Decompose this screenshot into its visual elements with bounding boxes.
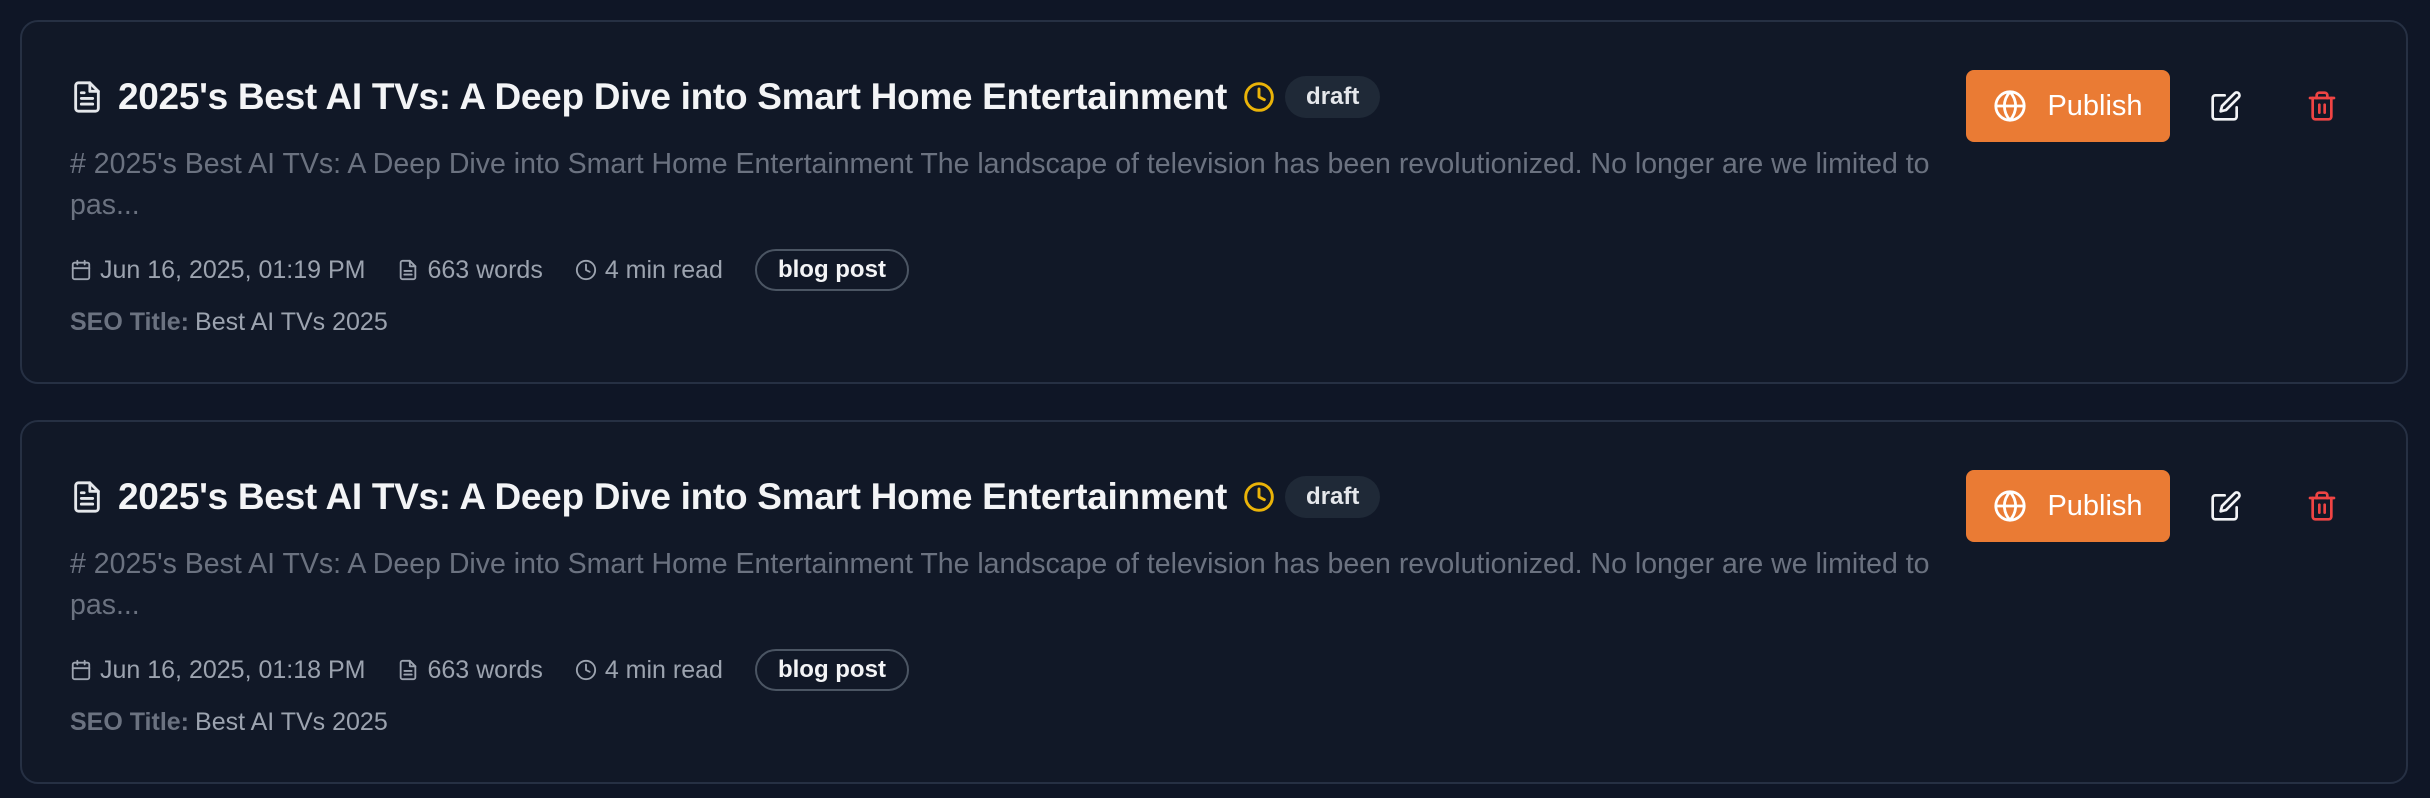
document-icon xyxy=(70,480,104,514)
seo-title-label: SEO Title: xyxy=(70,708,190,736)
clock-icon xyxy=(1243,81,1275,113)
edit-icon xyxy=(2211,491,2241,521)
globe-icon xyxy=(1994,490,2027,522)
post-word-count: 663 words xyxy=(397,255,543,285)
edit-button[interactable] xyxy=(2202,482,2250,530)
post-list: 2025's Best AI TVs: A Deep Dive into Sma… xyxy=(0,0,2430,798)
file-text-icon xyxy=(400,659,417,681)
edit-icon xyxy=(2211,91,2241,121)
trash-icon xyxy=(2308,491,2336,521)
publish-button[interactable]: Publish xyxy=(1966,470,2170,542)
post-date-text: Jun 16, 2025, 01:19 PM xyxy=(100,255,366,284)
post-excerpt: # 2025's Best AI TVs: A Deep Dive into S… xyxy=(70,148,1930,221)
post-meta: Jun 16, 2025, 01:19 PM 663 words 4 min r… xyxy=(70,248,909,292)
post-date: Jun 16, 2025, 01:19 PM xyxy=(70,256,365,285)
post-word-count: 663 words xyxy=(397,655,543,685)
post-read-time-text: 4 min read xyxy=(604,255,723,284)
trash-icon xyxy=(2308,91,2336,121)
file-text-icon xyxy=(400,259,417,281)
post-date-text: Jun 16, 2025, 01:18 PM xyxy=(100,655,366,684)
post-type-badge: blog post xyxy=(754,249,909,291)
post-word-count-text: 663 words xyxy=(427,655,543,684)
clock-icon xyxy=(1243,481,1275,513)
clock-icon xyxy=(575,259,596,281)
post-excerpt: # 2025's Best AI TVs: A Deep Dive into S… xyxy=(70,548,1930,621)
post-read-time: 4 min read xyxy=(575,256,723,285)
seo-title-row: SEO Title: Best AI TVs 2025 xyxy=(70,308,388,337)
post-type-badge: blog post xyxy=(754,649,909,691)
publish-label: Publish xyxy=(2047,89,2143,122)
post-read-time: 4 min read xyxy=(575,656,723,685)
post-title-row: 2025's Best AI TVs: A Deep Dive into Sma… xyxy=(70,472,1381,522)
status-badge: draft xyxy=(1285,476,1381,518)
post-title-row: 2025's Best AI TVs: A Deep Dive into Sma… xyxy=(70,72,1381,122)
seo-title-row: SEO Title: Best AI TVs 2025 xyxy=(70,708,388,737)
seo-title-value: Best AI TVs 2025 xyxy=(195,708,388,736)
publish-label: Publish xyxy=(2047,489,2143,522)
post-title[interactable]: 2025's Best AI TVs: A Deep Dive into Sma… xyxy=(118,76,1227,118)
globe-icon xyxy=(1994,90,2027,122)
calendar-icon xyxy=(71,659,91,681)
post-read-time-text: 4 min read xyxy=(604,655,723,684)
status-badge: draft xyxy=(1285,76,1381,118)
edit-button[interactable] xyxy=(2202,82,2250,130)
post-card: 2025's Best AI TVs: A Deep Dive into Sma… xyxy=(20,20,2408,384)
delete-button[interactable] xyxy=(2298,482,2346,530)
calendar-icon xyxy=(71,259,91,281)
clock-icon xyxy=(575,659,596,681)
document-icon xyxy=(70,80,104,114)
post-word-count-text: 663 words xyxy=(427,255,543,284)
delete-button[interactable] xyxy=(2298,82,2346,130)
post-date: Jun 16, 2025, 01:18 PM xyxy=(70,656,365,685)
post-meta: Jun 16, 2025, 01:18 PM 663 words 4 min r… xyxy=(70,648,909,692)
post-card: 2025's Best AI TVs: A Deep Dive into Sma… xyxy=(20,420,2408,784)
seo-title-label: SEO Title: xyxy=(70,308,190,336)
post-title[interactable]: 2025's Best AI TVs: A Deep Dive into Sma… xyxy=(118,476,1227,518)
seo-title-value: Best AI TVs 2025 xyxy=(195,308,388,336)
publish-button[interactable]: Publish xyxy=(1966,70,2170,142)
